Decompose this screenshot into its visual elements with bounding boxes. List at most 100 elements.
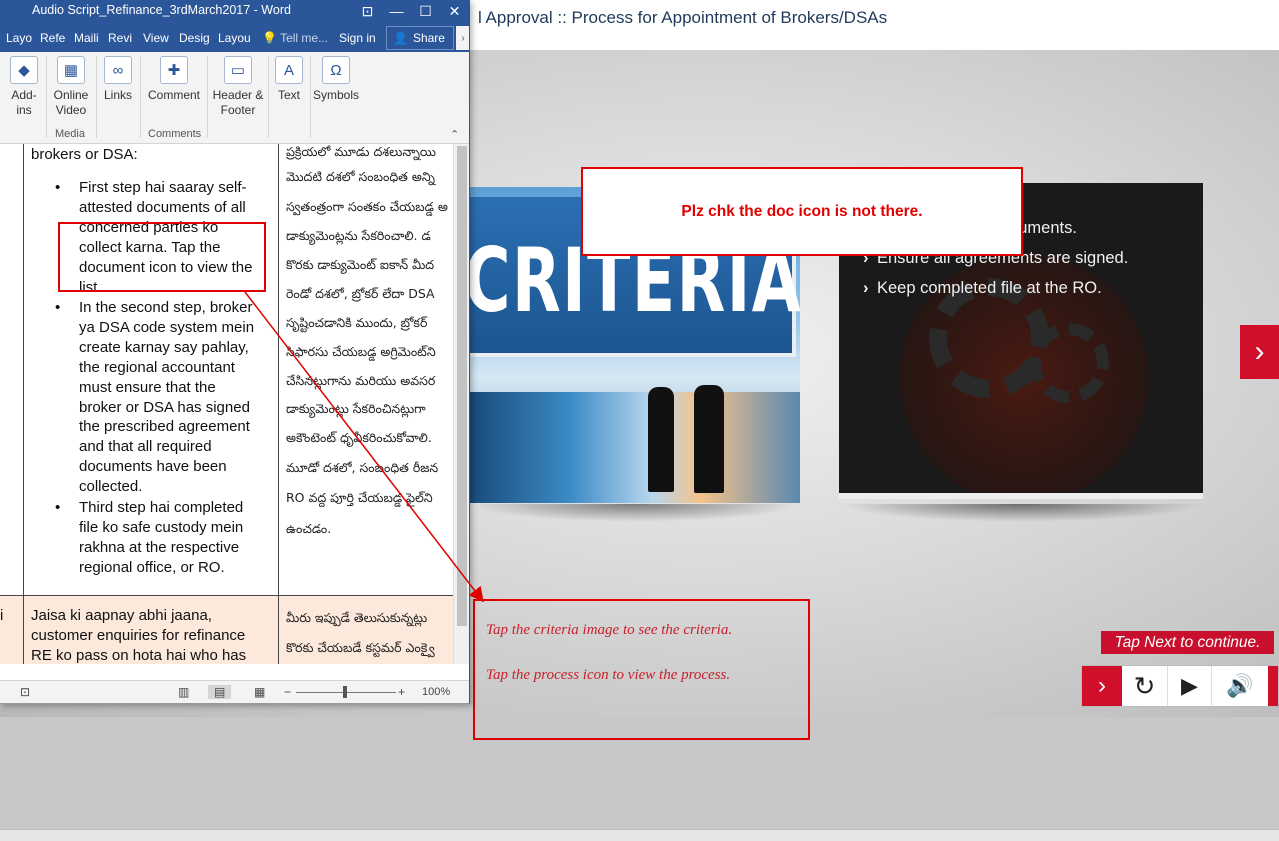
doc-icon-highlight	[58, 222, 266, 292]
collapse-ribbon-button[interactable]: ⌃	[450, 128, 459, 141]
play-button[interactable]: ▶	[1168, 666, 1212, 706]
header-footer-button[interactable]: ▭ Header & Footer	[210, 56, 266, 118]
bullet-dot: •	[55, 499, 61, 516]
text-button[interactable]: A Text	[272, 56, 306, 103]
tab-view[interactable]: View	[143, 31, 169, 45]
tab-design[interactable]: Desig	[179, 31, 210, 45]
chevron-up-icon: ⌃	[450, 129, 460, 141]
telugu-line: డాక్యుమెంట్లను సేకరించాలి. డ	[286, 228, 431, 243]
word-window: Audio Script_Refinance_3rdMarch2017 - Wo…	[0, 0, 470, 704]
slide-next-arrow[interactable]: ›	[1240, 325, 1279, 379]
gear-icon	[1029, 323, 1109, 403]
group-media: Media	[55, 128, 85, 140]
telugu-line: మీరు ఇప్పుడే తెలుసుకున్నట్లు	[286, 610, 428, 625]
addins-button[interactable]: ◆ Add- ins	[6, 56, 42, 118]
close-button[interactable]: ✕	[440, 0, 469, 22]
tabs-scroll-right[interactable]: ›	[456, 26, 469, 50]
telugu-line: మొదటి దశలో సంబంధిత అన్ని	[286, 169, 435, 184]
telugu-line: RO వద్ద పూర్తి చేయబడ్డ ఫైల్‌ని	[286, 490, 433, 505]
lightbulb-icon: 💡	[262, 31, 281, 45]
maximize-button[interactable]: ☐	[411, 0, 440, 22]
online-video-button[interactable]: ▦ Online Video	[50, 56, 92, 118]
link-icon: ∞	[104, 56, 132, 84]
person-icon: 👤	[393, 31, 408, 45]
minimize-button[interactable]: —	[382, 0, 411, 22]
tab-review[interactable]: Revi	[108, 31, 132, 45]
row2-left-fragment: i	[0, 607, 4, 624]
bullet-dot: •	[55, 179, 61, 196]
document-page[interactable]: brokers or DSA: • First step hai saaray …	[0, 144, 453, 664]
read-mode-icon[interactable]: ▥	[178, 685, 189, 699]
share-button[interactable]: 👤 Share	[386, 26, 454, 50]
tab-layout-2[interactable]: Layou	[218, 31, 251, 45]
tab-mailings[interactable]: Maili	[74, 31, 99, 45]
ribbon-tabs: Layo Refe Maili Revi View Desig Layou 💡 …	[0, 22, 469, 52]
telugu-line: సిఫారసు చేయబడ్డ అగ్రిమెంట్‌ని	[286, 344, 436, 359]
process-point: › Keep completed file at the RO.	[863, 273, 1128, 303]
screen: l Approval :: Process for Appointment of…	[0, 0, 1279, 841]
telugu-line: రెండో దశలో, బ్రోకర్ లేదా DSA	[286, 286, 435, 301]
word-titlebar: Audio Script_Refinance_3rdMarch2017 - Wo…	[0, 0, 469, 22]
doc-intro: brokers or DSA:	[31, 146, 138, 163]
close-icon: ✕	[448, 2, 461, 19]
next-button[interactable]: ›	[1082, 666, 1122, 706]
telugu-line: అకౌంటెంట్ ధృవీకరించుకోవాలి.	[286, 430, 432, 445]
doc-bullet-3: Third step hai completed file ko safe cu…	[79, 499, 244, 576]
player-controls: › ↻ ▶ 🔊	[1081, 665, 1279, 707]
web-layout-icon[interactable]: ▦	[254, 685, 265, 699]
telugu-line: మూడో దశలో, సంబంధిత రీజన	[286, 460, 439, 475]
tab-layout[interactable]: Layo	[6, 31, 32, 45]
word-statusbar: ⊡ ▥ ▤ ▦ − + 100%	[0, 680, 469, 703]
criteria-shadow	[470, 504, 800, 522]
chevron-right-icon: ›	[1098, 672, 1106, 699]
table-border	[278, 144, 279, 664]
volume-icon: 🔊	[1226, 673, 1254, 698]
replay-icon: ↻	[1133, 670, 1156, 701]
telugu-line: స్వతంత్రంగా సంతకం చేయబడ్డ అ	[286, 199, 448, 214]
ribbon-separator	[268, 56, 269, 138]
zoom-level[interactable]: 100%	[422, 686, 450, 698]
bullet-dot: •	[55, 299, 61, 316]
scrollbar-thumb[interactable]	[457, 146, 467, 626]
zoom-out-button[interactable]: −	[284, 685, 291, 699]
zoom-in-button[interactable]: +	[398, 685, 405, 699]
taskbar-strip	[0, 829, 1279, 841]
city-skyline	[470, 392, 800, 503]
symbols-button[interactable]: Ω Symbols	[313, 56, 359, 103]
chevron-right-icon: ›	[863, 279, 869, 297]
ribbon-separator	[310, 56, 311, 138]
window-title: Audio Script_Refinance_3rdMarch2017 - Wo…	[32, 3, 291, 17]
tab-references[interactable]: Refe	[40, 31, 65, 45]
links-button[interactable]: ∞ Links	[100, 56, 136, 103]
doc-row2-text: Jaisa ki aapnay abhi jaana, customer enq…	[31, 607, 247, 664]
replay-button[interactable]: ↻	[1122, 666, 1168, 706]
focus-mode-icon[interactable]: ⊡	[20, 685, 30, 699]
omega-icon: Ω	[322, 56, 350, 84]
chevron-right-icon: ›	[1254, 335, 1265, 368]
telugu-line: ఉంచడం.	[286, 521, 332, 536]
telugu-line: కొరకు డాక్యుమెంట్ ఐకాన్ మీద	[286, 257, 435, 272]
doc-bullet-2: In the second step, broker ya DSA code s…	[79, 299, 255, 496]
minimize-icon: —	[389, 3, 404, 19]
course-title: l Approval :: Process for Appointment of…	[478, 8, 888, 27]
comment-button[interactable]: ✚ Comment	[144, 56, 204, 103]
instruction-process: Tap the process icon to view the process…	[486, 667, 731, 683]
vertical-scrollbar[interactable]	[453, 144, 469, 664]
store-icon: ◆	[10, 56, 38, 84]
maximize-icon: ☐	[419, 2, 432, 19]
businessman-left	[648, 387, 674, 492]
print-layout-icon[interactable]: ▤	[208, 685, 232, 699]
course-header: l Approval :: Process for Appointment of…	[470, 0, 1279, 50]
telugu-line: డాక్యుమెంట్లు సేకరించినట్లుగా	[286, 401, 426, 416]
film-icon: ▦	[57, 56, 85, 84]
tell-me-box[interactable]: 💡 Tell me...	[262, 31, 328, 45]
zoom-slider-thumb[interactable]	[343, 686, 347, 698]
comment-icon: ✚	[160, 56, 188, 84]
sign-in-link[interactable]: Sign in	[339, 31, 376, 45]
volume-button[interactable]: 🔊	[1212, 666, 1268, 706]
telugu-line: చేసినట్లుగాను మరియు అవసర	[286, 373, 436, 388]
instruction-highlight-box: Tap the criteria image to see the criter…	[473, 599, 810, 740]
controls-edge	[1268, 666, 1278, 706]
ribbon-display-options-button[interactable]: ⊡	[353, 0, 382, 22]
review-comment-text: Plz chk the doc icon is not there.	[681, 202, 923, 220]
